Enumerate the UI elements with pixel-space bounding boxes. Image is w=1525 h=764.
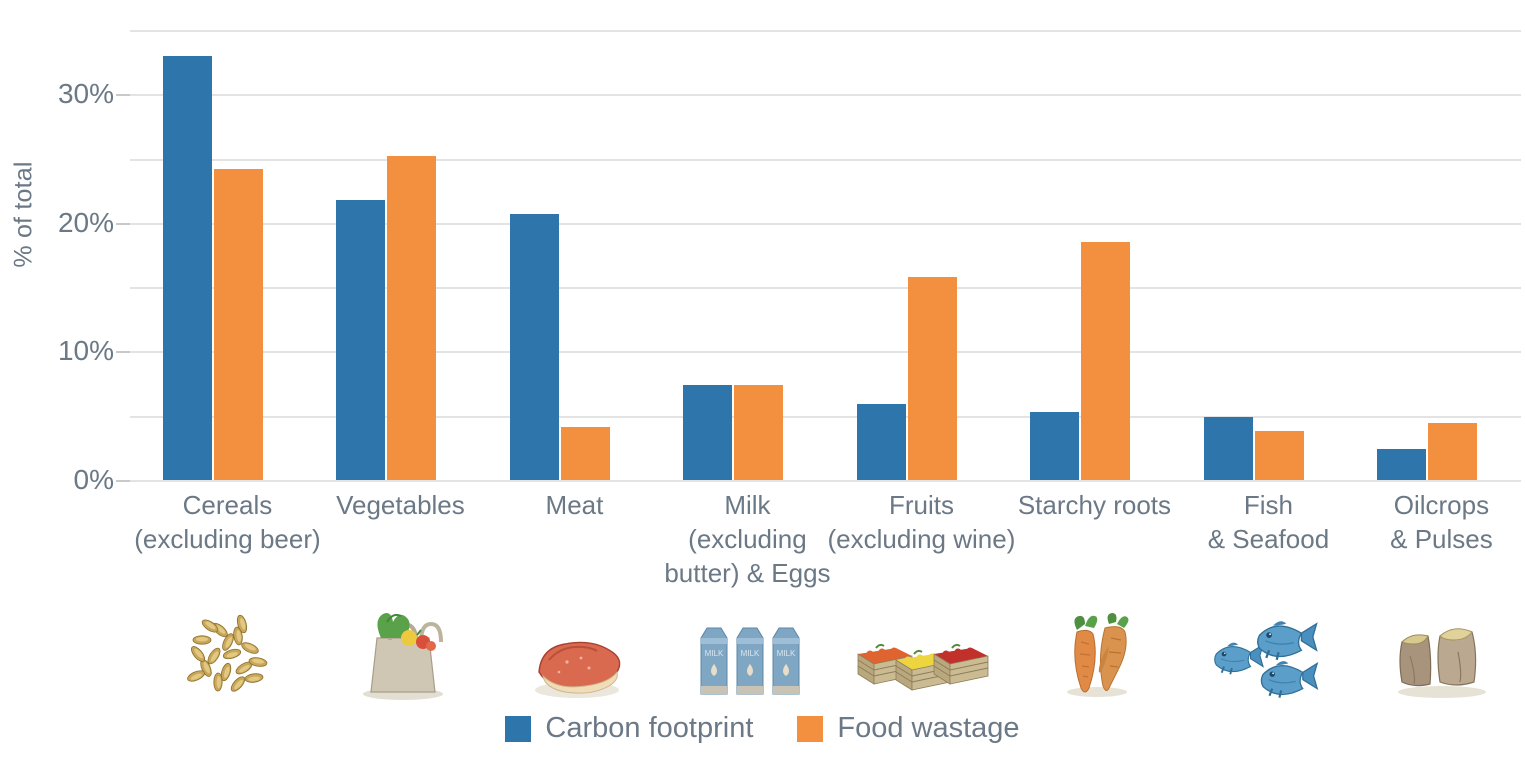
bar-carbon-footprint[interactable] (1030, 411, 1079, 480)
bar-groups (130, 30, 1521, 480)
y-axis-tick-label: 30% (57, 78, 114, 110)
y-axis-tick-mark (116, 94, 130, 97)
y-axis-tick-mark (116, 480, 130, 482)
bar-food-wastage[interactable] (1428, 423, 1477, 480)
x-axis-label: Oilcrops & Pulses (1332, 488, 1525, 556)
bar-group (510, 30, 684, 480)
bar-carbon-footprint[interactable] (336, 199, 385, 480)
svg-text:MILK: MILK (741, 649, 760, 658)
bar-carbon-footprint[interactable] (1204, 417, 1253, 480)
x-axis-label-line: Oilcrops (1393, 490, 1490, 520)
plot-area: 30% 20% 10% 0% (58, 30, 1521, 495)
y-axis-tick-mark (116, 351, 130, 354)
chart-container: % of total 30% 20% 10% 0% Cereals (excluding… (0, 0, 1525, 764)
bar-food-wastage[interactable] (214, 168, 263, 480)
bar-carbon-footprint[interactable] (857, 404, 906, 480)
x-axis-label-line: (excluding beer) (134, 524, 321, 554)
steak-icon (490, 600, 664, 700)
bar-food-wastage[interactable] (1255, 431, 1304, 480)
bar-food-wastage[interactable] (1081, 242, 1130, 480)
bar-group (1030, 30, 1204, 480)
bar-carbon-footprint[interactable] (510, 213, 559, 480)
bar-group (1204, 30, 1378, 480)
bar-food-wastage[interactable] (561, 427, 610, 480)
legend-label: Carbon footprint (545, 712, 754, 744)
y-axis-tick-label: 0% (73, 464, 114, 495)
y-axis-tick-label: 20% (57, 206, 114, 238)
bar-group (336, 30, 510, 480)
x-axis-label-line: & Pulses (1390, 524, 1493, 554)
legend-swatch (797, 715, 824, 742)
category-icon-row: MILK MILK MILK (130, 600, 1521, 700)
bar-carbon-footprint[interactable] (683, 384, 732, 480)
bar-group (683, 30, 857, 480)
bar-food-wastage[interactable] (908, 276, 957, 480)
legend-label: Food wastage (837, 712, 1020, 744)
fruit-crates-icon (837, 600, 1011, 700)
x-axis-label-line: butter) & Eggs (664, 558, 831, 588)
bar-food-wastage[interactable] (387, 156, 436, 480)
x-axis-category-labels: Cereals (excluding beer) Vegetables Meat Mil… (130, 488, 1521, 598)
y-axis-tick-label: 10% (57, 335, 114, 367)
legend-item-food-wastage[interactable]: Food wastage (797, 712, 1020, 745)
bar-group (163, 30, 337, 480)
bar-carbon-footprint[interactable] (163, 55, 212, 480)
gridline (130, 480, 1521, 482)
y-axis-tick-mark (116, 222, 130, 225)
carrots-icon (1010, 600, 1184, 700)
bar-food-wastage[interactable] (734, 384, 783, 480)
shopping-bag-vegetables-icon (316, 600, 490, 700)
grain-seeds-icon (143, 600, 317, 700)
fish-icon (1184, 600, 1358, 700)
bar-group (857, 30, 1031, 480)
bar-carbon-footprint[interactable] (1377, 449, 1426, 480)
grain-sacks-icon (1357, 600, 1525, 700)
milk-cartons-icon: MILK MILK MILK (663, 600, 837, 700)
chart-legend: Carbon footprint Food wastage (0, 712, 1525, 745)
legend-item-carbon-footprint[interactable]: Carbon footprint (505, 712, 753, 745)
svg-text:MILK: MILK (705, 649, 724, 658)
svg-text:MILK: MILK (777, 649, 796, 658)
bar-group (1377, 30, 1525, 480)
x-axis-label-line: (excluding wine) (827, 524, 1016, 554)
legend-swatch (505, 715, 532, 742)
